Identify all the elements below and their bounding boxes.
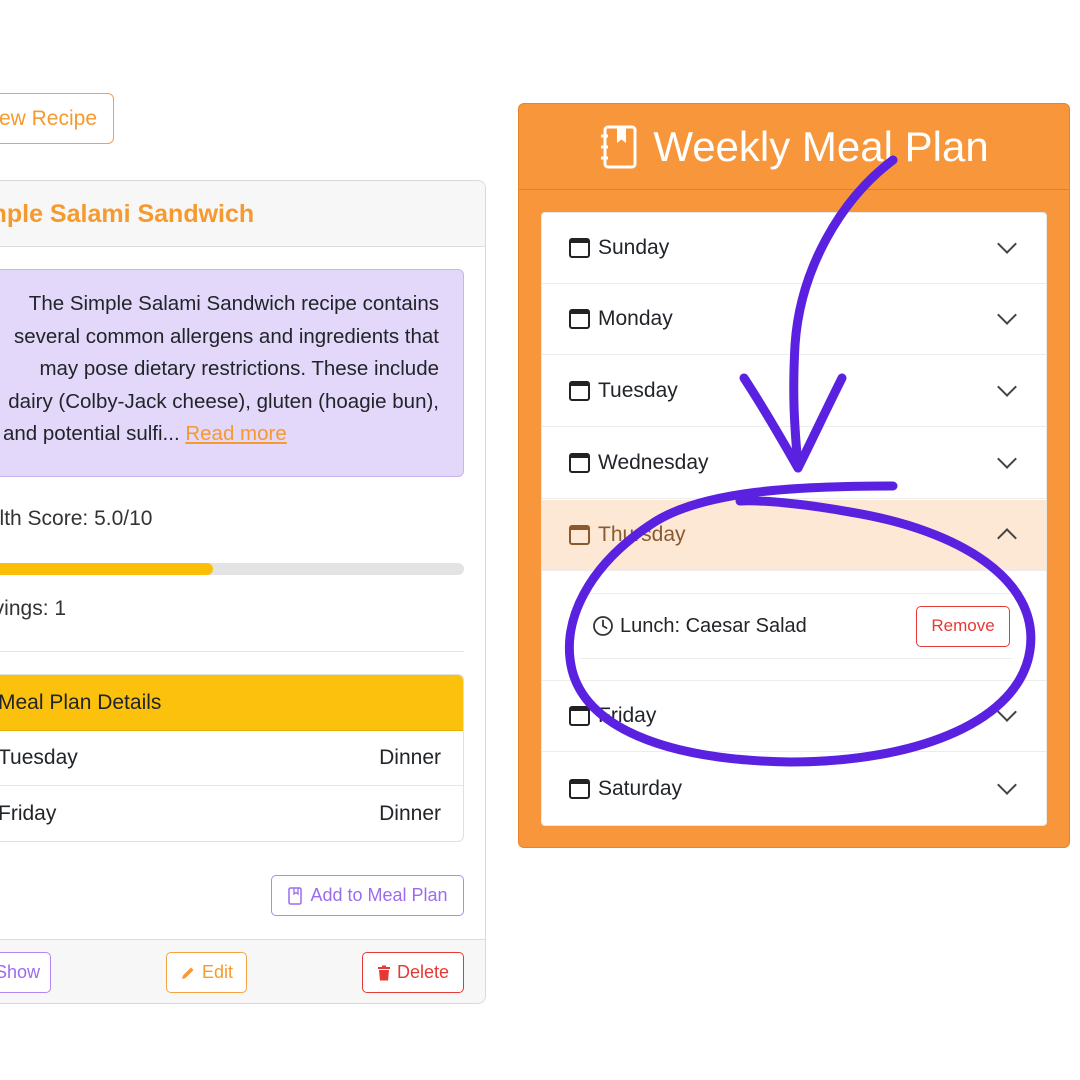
thursday-meals-panel: Lunch: Caesar Salad Remove (542, 571, 1046, 681)
chevron-down-icon (997, 305, 1017, 325)
detail-meal: Dinner (379, 801, 441, 825)
day-label: Sunday (598, 236, 670, 259)
meal-plan-details-header: Meal Plan Details (0, 675, 463, 731)
day-label: Thursday (598, 523, 686, 546)
show-button[interactable]: Show (0, 952, 51, 993)
delete-button[interactable]: Delete (362, 952, 464, 993)
meal-plan-detail-row: Tuesday Dinner (0, 731, 463, 786)
weekly-meal-plan-title: Weekly Meal Plan (653, 122, 989, 170)
chevron-down-icon (997, 377, 1017, 397)
meal-item-label: Lunch: Caesar Salad (620, 614, 807, 637)
day-row-thursday[interactable]: Thursday (542, 500, 1046, 571)
show-label: Show (0, 962, 40, 982)
servings: Servings: 1 (0, 597, 67, 620)
delete-label: Delete (396, 962, 450, 982)
health-score: Health Score: 5.0/10 (0, 507, 153, 530)
day-label: Monday (598, 307, 673, 330)
calendar-icon (569, 309, 590, 329)
add-to-meal-plan-label: Add to Meal Plan (310, 885, 448, 905)
day-row-sunday[interactable]: Sunday (542, 213, 1046, 284)
day-label: Saturday (598, 776, 683, 800)
calendar-icon (569, 778, 590, 799)
day-row-saturday[interactable]: Saturday (542, 753, 1046, 824)
allergen-line: several common allergens and ingredients… (13, 324, 439, 348)
meal-plan-details: Meal Plan Details Tuesday Dinner Friday … (0, 674, 464, 842)
recipe-card-header: Simple Salami Sandwich (0, 181, 485, 247)
day-label: Tuesday (598, 379, 678, 402)
new-recipe-button[interactable]: New Recipe (0, 93, 114, 144)
trash-icon (377, 965, 390, 980)
day-label: Wednesday (598, 451, 709, 474)
edit-label: Edit (201, 962, 234, 982)
detail-day: Friday (0, 801, 57, 825)
calendar-icon (569, 525, 590, 545)
chevron-down-icon (997, 702, 1017, 722)
chevron-down-icon (997, 234, 1017, 254)
detail-day: Tuesday (0, 746, 78, 769)
chevron-up-icon (997, 528, 1017, 548)
calendar-icon (569, 381, 590, 401)
chevron-down-icon (997, 774, 1017, 795)
divider (0, 651, 464, 652)
allergen-line: The Simple Salami Sandwich recipe contai… (28, 292, 439, 315)
weekly-day-accordion: Sunday Monday Tuesday Wednesday Thursday (541, 212, 1047, 826)
recipe-card: Simple Salami Sandwich The Simple Salami… (0, 180, 486, 1004)
day-row-tuesday[interactable]: Tuesday (542, 356, 1046, 427)
allergen-line: may pose dietary restrictions. These inc… (39, 357, 439, 380)
remove-label: Remove (931, 616, 995, 635)
health-score-bar-fill (0, 563, 213, 575)
meal-item: Lunch: Caesar Salad Remove (580, 593, 1012, 659)
day-row-friday[interactable]: Friday (542, 681, 1046, 752)
weekly-meal-plan-panel: Weekly Meal Plan Sunday Monday Tuesday W… (518, 103, 1070, 848)
remove-button[interactable]: Remove (916, 605, 1010, 647)
recipe-card-footer: Show Edit Delete (0, 939, 485, 1003)
edit-button[interactable]: Edit (166, 952, 247, 993)
new-recipe-label: New Recipe (0, 106, 97, 130)
pencil-icon (181, 967, 194, 979)
allergen-summary: The Simple Salami Sandwich recipe contai… (0, 269, 464, 477)
weekly-meal-plan-header: Weekly Meal Plan (519, 104, 1069, 190)
chevron-down-icon (997, 449, 1017, 469)
recipe-title: Simple Salami Sandwich (0, 200, 255, 228)
meal-plan-book-icon (288, 886, 303, 905)
meal-plan-detail-row: Friday Dinner (0, 786, 463, 841)
add-to-meal-plan-button[interactable]: Add to Meal Plan (271, 875, 464, 916)
clock-icon (593, 616, 613, 636)
detail-meal: Dinner (379, 746, 441, 769)
read-more-link[interactable]: Read more (185, 422, 286, 445)
allergen-line-last: and potential sulfi... Read more (3, 422, 287, 445)
meal-plan-details-title: Meal Plan Details (0, 690, 162, 714)
calendar-icon (569, 706, 590, 726)
day-row-wednesday[interactable]: Wednesday (542, 428, 1046, 499)
day-label: Friday (598, 704, 657, 727)
health-score-bar (0, 563, 464, 575)
calendar-icon (569, 238, 590, 258)
allergen-line: dairy (Colby-Jack cheese), gluten (hoagi… (8, 389, 439, 413)
allergen-text: The Simple Salami Sandwich recipe contai… (0, 288, 439, 451)
day-row-monday[interactable]: Monday (542, 284, 1046, 355)
meal-plan-book-icon (601, 125, 637, 168)
calendar-icon (569, 453, 590, 473)
